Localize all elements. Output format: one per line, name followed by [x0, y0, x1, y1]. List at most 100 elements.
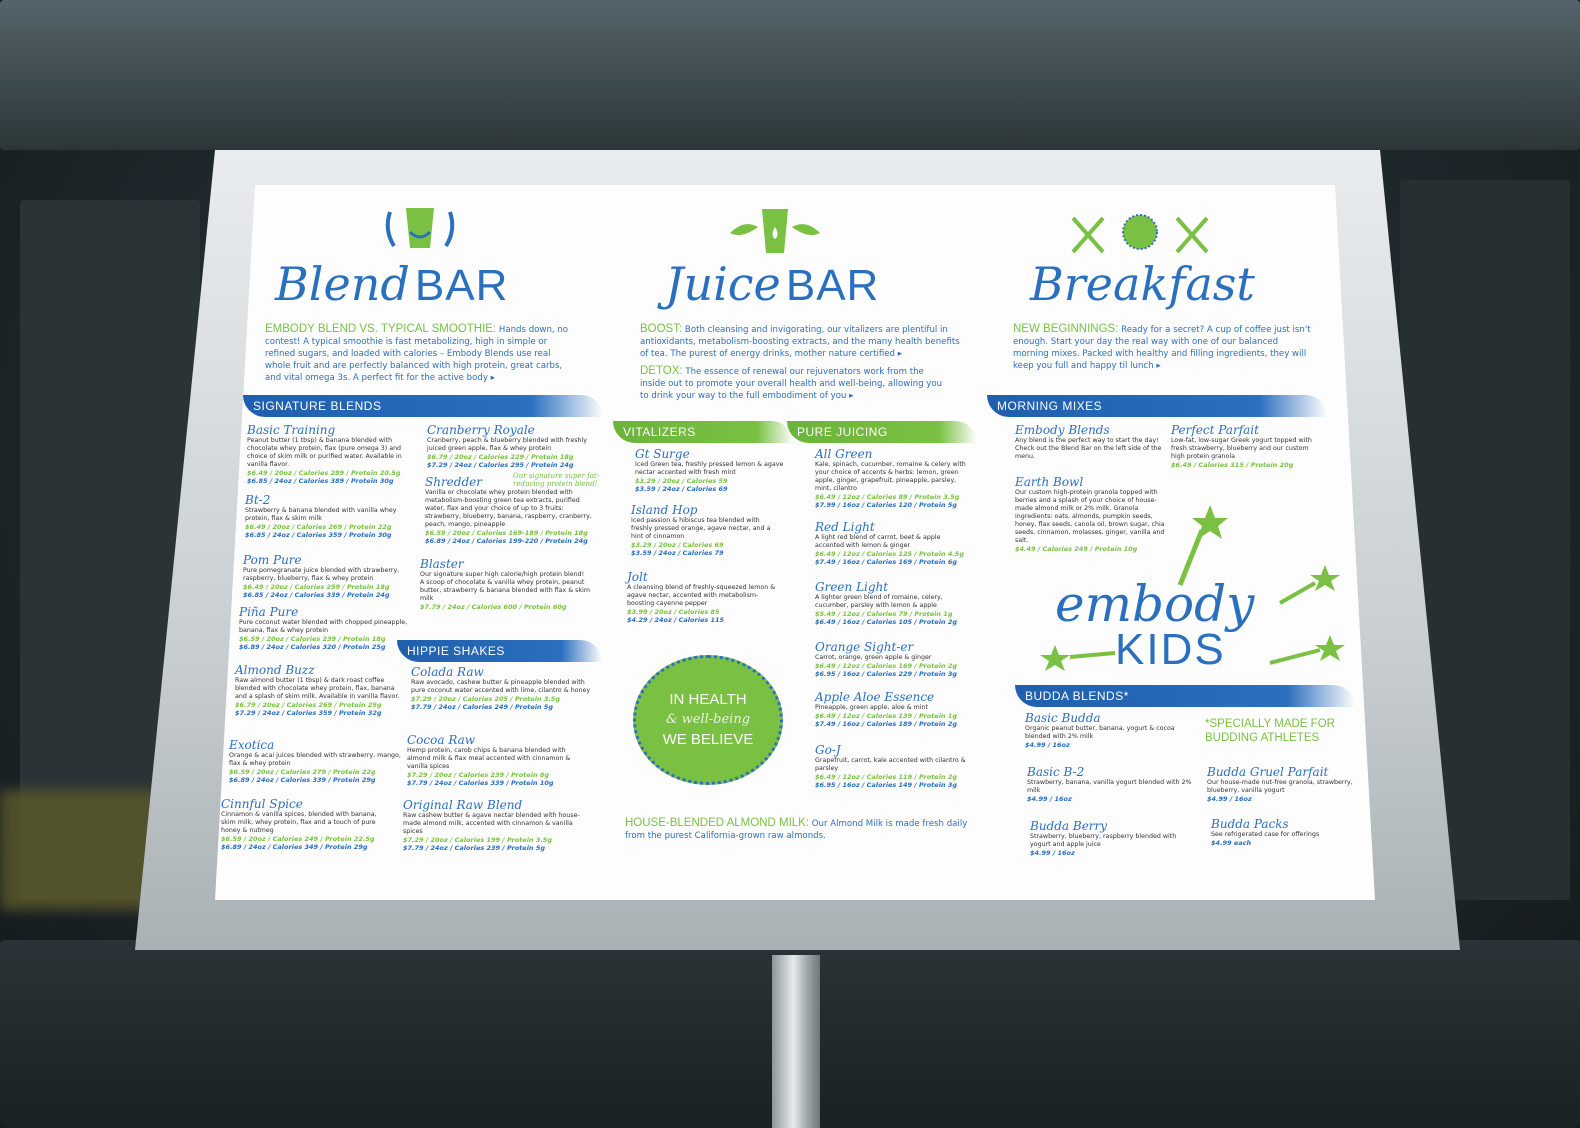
menu-item-description: Our signature super high calorie/high pr…: [420, 571, 590, 602]
juice-boost: BOOST: Both cleansing and invigorating, …: [640, 323, 960, 360]
menu-item: Piña Pure Pure coconut water blended with…: [239, 605, 411, 651]
menu-item-price-small: $6.59 / 20oz / Calories 279 / Protein 22…: [229, 768, 376, 776]
menu-item-price-large: $7.79 / 24oz / Calories 339 / Protein 10…: [407, 779, 554, 787]
menu-item-price-large: $4.99 / 16oz: [1025, 741, 1070, 749]
menu-item-price-small: $6.49 / 20oz / Calories 289 / Protein 20…: [247, 469, 401, 477]
menu-item-price-small: $3.29 / 20oz / Calories 59: [635, 477, 728, 485]
menu-item-description: Raw almond butter (1 tbsp) & dark roast …: [235, 677, 400, 700]
menu-item-name: Basic Budda: [1025, 711, 1101, 725]
menu-item-price-small: $6.49 / 12oz / Calories 169 / Protein 2g: [815, 662, 957, 670]
menu-item-price-small: $6.79 / 20oz / Calories 229 / Protein 18…: [427, 453, 574, 461]
menu-item: Cocoa Raw Hemp protein, carob chips & ban…: [407, 733, 587, 787]
breakfast-intro: NEW BEGINNINGS: Ready for a secret? A cu…: [1013, 323, 1313, 372]
menu-item-name: Perfect Parfait: [1171, 423, 1259, 437]
breakfast-title-script: Breakfast: [1030, 257, 1255, 311]
morning-mixes-band: MORNING MIXES: [987, 395, 1327, 417]
menu-item-name: Basic B-2: [1027, 765, 1085, 779]
menu-item-price-large: $6.85 / 24oz / Calories 359 / Protein 30…: [245, 531, 392, 539]
menu-item: Jolt A cleansing blend of freshly-squeeze…: [627, 570, 777, 624]
menu-item-name: Apple Aloe Essence: [815, 690, 935, 704]
menu-item-price-large: $7.49 / 16oz / Calories 169 / Protein 6g: [815, 558, 957, 566]
blend-intro-lead: EMBODY BLEND VS. TYPICAL SMOOTHIE:: [265, 323, 497, 335]
menu-item-price-large: $6.95 / 16oz / Calories 229 / Protein 3g: [815, 670, 957, 678]
menu-item-price-large: $6.89 / 24oz / Calories 199-220 / Protei…: [425, 537, 588, 545]
menu-item-description: Any blend is the perfect way to start th…: [1015, 437, 1162, 460]
detox-text: The essence of renewal our rejuvenators …: [640, 367, 943, 401]
menu-item-description: Pineapple, green apple, aloe & mint: [815, 704, 929, 711]
vitalizers-band: VITALIZERS: [613, 421, 793, 443]
pure-juicing-band: PURE JUICING: [787, 421, 977, 443]
menu-item-name: Almond Buzz: [235, 663, 315, 677]
menu-item-price-small: $3.29 / 20oz / Calories 69: [631, 541, 724, 549]
menu-item-name: Piña Pure: [239, 605, 299, 619]
menu-item-price-large: $6.89 / 24oz / Calories 320 / Protein 25…: [239, 643, 386, 651]
menu-item-price-small: $6.49 / 12oz / Calories 89 / Protein 3.5…: [815, 493, 960, 501]
menu-item-price-large: $3.59 / 24oz / Calories 69: [635, 485, 728, 493]
menu-item-price-large: $7.99 / 16oz / Calories 120 / Protein 5g: [815, 501, 957, 509]
background-window: [0, 0, 1580, 150]
menu-item-name: Red Light: [815, 520, 875, 534]
menu-item-price-small: $6.59 / 20oz / Calories 239 / Protein 18…: [239, 635, 386, 643]
almond-lead: HOUSE-BLENDED ALMOND MILK:: [625, 817, 810, 829]
menu-item-price-small: $6.49 / 12oz / Calories 125 / Protein 4.…: [815, 550, 964, 558]
blend-intro: EMBODY BLEND VS. TYPICAL SMOOTHIE: Hands…: [265, 323, 575, 384]
menu-item-description: Vanilla or chocolate whey protein blende…: [425, 489, 592, 528]
menu-item-price-large: $4.99 each: [1211, 839, 1252, 847]
menu-item: All Green Kale, spinach, cucumber, romain…: [815, 447, 970, 509]
menu-item-name: Pom Pure: [243, 553, 302, 567]
menu-item-description: A lighter green blend of romaine, celery…: [815, 594, 943, 609]
menu-item: Colada Raw Raw avocado, cashew butter & p…: [411, 665, 591, 711]
menu-item-description: Grapefruit, carrot, kale accented with c…: [815, 757, 966, 772]
boost-text: Both cleansing and invigorating, our vit…: [640, 325, 960, 359]
menu-item-name: Cranberry Royale: [427, 423, 535, 437]
menu-item-description: See refrigerated case for offerings: [1211, 831, 1320, 838]
juice-title: Juice BAR: [665, 257, 879, 311]
stand-pole: [772, 955, 820, 1128]
menu-item-price-large: $7.49 / 16oz / Calories 189 / Protein 2g: [815, 720, 957, 728]
menu-item: Island Hop Iced passion & hibiscus tea bl…: [631, 503, 781, 557]
detox-lead: DETOX:: [640, 365, 683, 377]
menu-item: Basic Training Peanut butter (1 tbsp) & b…: [247, 423, 419, 485]
menu-content: Blend BAR EMBODY BLEND VS. TYPICAL SMOOT…: [215, 185, 1375, 900]
menu-item: Gt Surge Iced Green tea, freshly pressed …: [635, 447, 785, 493]
health-badge: IN HEALTH & well-being WE BELIEVE: [633, 655, 783, 785]
menu-item-price-small: $6.59 / 20oz / Calories 249 / Protein 22…: [221, 835, 375, 843]
menu-item-price-large: $6.95 / 16oz / Calories 149 / Protein 3g: [815, 781, 957, 789]
menu-item: Budda Gruel Parfait Our house-made nut-fr…: [1207, 765, 1372, 803]
blend-title-bar: BAR: [414, 261, 509, 310]
menu-item-name: Cocoa Raw: [407, 733, 476, 747]
menu-item-name: Blaster: [420, 557, 464, 571]
juice-title-bar: BAR: [785, 261, 880, 310]
menu-item-price-small: $7.29 / 20oz / Calories 239 / Protein 8g: [407, 771, 549, 779]
menu-item: Apple Aloe Essence Pineapple, green apple…: [815, 690, 970, 728]
breakfast-intro-lead: NEW BEGINNINGS:: [1013, 323, 1119, 335]
menu-item-name: Original Raw Blend: [403, 798, 523, 812]
menu-item-price-small: $6.49 / 20oz / Calories 259 / Protein 18…: [243, 583, 390, 591]
menu-item-price-small: $3.99 / 20oz / Calories 85: [627, 608, 720, 616]
menu-item-name: Island Hop: [631, 503, 698, 517]
badge-script: & well-being: [665, 712, 751, 727]
menu-item-description: Strawberry, banana, vanilla yogurt blend…: [1027, 779, 1192, 794]
menu-item-name: All Green: [815, 447, 873, 461]
menu-item-description: Hemp protein, carob chips & banana blend…: [407, 747, 571, 770]
menu-item-description: Orange & acai juices blended with strawb…: [229, 752, 401, 767]
hippie-shakes-band: HIPPIE SHAKES: [397, 640, 602, 662]
menu-item-description: Pure coconut water blended with chopped …: [239, 619, 408, 634]
menu-item: Original Raw Blend Raw cashew butter & ag…: [403, 798, 583, 852]
menu-item-name: Jolt: [627, 570, 648, 584]
blend-title: Blend BAR: [275, 257, 508, 311]
menu-item-price-large: $6.89 / 24oz / Calories 349 / Protein 29…: [221, 843, 368, 851]
menu-item-price-large: $7.29 / 24oz / Calories 295 / Protein 24…: [427, 461, 574, 469]
menu-item-name: Bt-2: [245, 493, 271, 507]
menu-item: Budda Berry Strawberry, blueberry, raspbe…: [1030, 819, 1195, 857]
menu-item-name: Basic Training: [247, 423, 336, 437]
menu-item: Perfect Parfait Low-fat, low-sugar Greek …: [1171, 423, 1321, 469]
signature-blends-band: SIGNATURE BLENDS: [243, 395, 603, 417]
juice-detox: DETOX: The essence of renewal our rejuve…: [640, 365, 950, 402]
boost-lead: BOOST:: [640, 323, 683, 335]
menu-item-name: Go-J: [815, 743, 841, 757]
menu-item-description: Low-fat, low-sugar Greek yogurt topped w…: [1171, 437, 1312, 460]
menu-item-price-large: $7.79 / 24oz / Calories 239 / Protein 5g: [403, 844, 545, 852]
menu-item: Cranberry Royale Cranberry, peach & blueb…: [427, 423, 597, 469]
menu-item-price-small: $6.49 / 12oz / Calories 139 / Protein 1g: [815, 712, 957, 720]
